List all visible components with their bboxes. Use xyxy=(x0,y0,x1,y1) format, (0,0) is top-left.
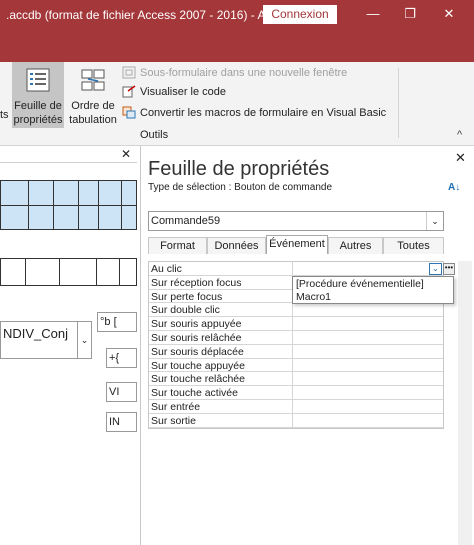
design-combo-box[interactable]: NDIV_Conj ⌄ xyxy=(0,321,92,359)
property-row[interactable]: Sur touche activée xyxy=(149,386,443,400)
sort-icon[interactable]: A↓ xyxy=(448,182,460,193)
tab-evenement[interactable]: Événement xyxy=(266,235,328,254)
property-sheet-icon xyxy=(26,68,50,92)
tab-autres[interactable]: Autres xyxy=(328,237,383,254)
object-selector[interactable]: Commande59 ⌄ xyxy=(148,211,444,231)
property-value[interactable] xyxy=(292,317,443,330)
code-icon xyxy=(122,85,136,98)
property-sheet-title: Feuille de propriétés xyxy=(148,158,330,180)
restore-icon[interactable]: ❐ xyxy=(400,4,420,24)
property-row[interactable]: Sur souris relâchée xyxy=(149,330,443,345)
property-value[interactable] xyxy=(292,330,443,344)
convert-macros-icon xyxy=(122,106,136,119)
object-selector-value: Commande59 xyxy=(151,215,221,227)
close-design-icon[interactable]: ✕ xyxy=(121,147,131,161)
subform-icon xyxy=(122,66,136,79)
tab-order-icon xyxy=(81,69,105,91)
chevron-down-icon[interactable]: ⌄ xyxy=(77,322,91,358)
property-dropdown-arrow-icon[interactable]: ⌄ xyxy=(429,263,442,275)
tab-toutes[interactable]: Toutes xyxy=(383,237,444,254)
visualiser-label: Visualiser le code xyxy=(140,85,227,98)
ribbon-fragment-label: ts xyxy=(0,109,9,121)
convertir-macros-button[interactable]: Convertir les macros de formulaire en Vi… xyxy=(122,106,386,119)
feuille-de-proprietes-button[interactable]: Feuille de propriétés xyxy=(12,62,64,128)
design-mini-control-3[interactable]: VI xyxy=(106,382,137,402)
visualiser-le-code-button[interactable]: Visualiser le code xyxy=(122,85,226,98)
property-row[interactable]: Sur sortie xyxy=(149,413,443,428)
property-name: Sur réception focus xyxy=(151,276,242,289)
property-value[interactable] xyxy=(292,386,443,399)
ordre-label: Ordre de tabulation xyxy=(69,100,117,126)
dropdown-option-macro[interactable]: Macro1 xyxy=(296,291,331,303)
tab-format[interactable]: Format xyxy=(148,237,207,254)
ribbon: ts Feuille de propriétés Ordre de tabula… xyxy=(0,62,474,146)
property-value[interactable] xyxy=(292,262,443,275)
sous-formulaire-label: Sous-formulaire dans une nouvelle fenêtr… xyxy=(140,66,348,79)
property-value[interactable] xyxy=(292,344,443,358)
property-row[interactable]: Sur souris déplacée xyxy=(149,344,443,359)
outils-group-label: Outils xyxy=(140,129,169,141)
property-value[interactable] xyxy=(292,413,443,427)
design-mini-control-4[interactable]: IN xyxy=(106,412,137,432)
property-row[interactable]: Sur double clic xyxy=(149,303,443,318)
collapse-ribbon-icon[interactable]: ^ xyxy=(457,129,462,141)
property-name: Sur touche relâchée xyxy=(151,373,245,386)
property-sheet-pane: ✕ Feuille de propriétés Type de sélectio… xyxy=(140,146,474,545)
design-tab-header: ✕ xyxy=(0,146,137,163)
tab-donnees[interactable]: Données xyxy=(207,237,266,254)
property-name: Sur souris déplacée xyxy=(151,345,244,358)
property-row[interactable]: Sur souris appuyée xyxy=(149,317,443,331)
close-icon[interactable]: ✕ xyxy=(439,4,459,24)
connexion-button[interactable]: Connexion xyxy=(263,5,337,24)
ribbon-tab-strip xyxy=(0,30,474,62)
design-row-control[interactable] xyxy=(0,258,137,286)
ribbon-separator xyxy=(398,68,399,138)
form-design-area[interactable]: ✕ °b [ NDIV_Conj ⌄ +{ VI IN xyxy=(0,146,140,545)
convertir-label: Convertir les macros de formulaire en Vi… xyxy=(140,106,387,119)
property-value[interactable] xyxy=(292,399,443,413)
property-name: Sur touche appuyée xyxy=(151,359,245,372)
property-tabs: Format Données Événement Autres Toutes xyxy=(148,235,444,255)
chevron-down-icon[interactable]: ⌄ xyxy=(426,212,443,230)
property-row[interactable]: Sur entrée xyxy=(149,399,443,414)
build-button[interactable]: ••• xyxy=(443,263,455,275)
property-name: Sur souris appuyée xyxy=(151,318,242,331)
property-sheet-scrollbar[interactable] xyxy=(458,261,472,545)
close-property-sheet-icon[interactable]: ✕ xyxy=(455,150,466,166)
feuille-label: Feuille de propriétés xyxy=(13,100,63,126)
event-dropdown-list: [Procédure événementielle] Macro1 xyxy=(292,276,454,304)
property-name: Au clic xyxy=(151,263,182,275)
property-row[interactable]: Sur touche relâchée xyxy=(149,372,443,387)
design-mini-control-2[interactable]: +{ xyxy=(106,348,137,368)
design-grid-control[interactable] xyxy=(0,180,137,230)
property-row[interactable]: Au clic xyxy=(149,262,443,276)
dropdown-option-procedure[interactable]: [Procédure événementielle] xyxy=(296,278,424,290)
window-title: .accdb (format de fichier Access 2007 - … xyxy=(6,8,276,22)
property-name: Sur entrée xyxy=(151,400,201,413)
property-name: Sur double clic xyxy=(151,304,220,317)
ordre-de-tabulation-button[interactable]: Ordre de tabulation xyxy=(66,62,120,128)
property-name: Sur touche activée xyxy=(151,387,238,400)
property-name: Sur sortie xyxy=(151,414,196,427)
property-row[interactable]: Sur touche appuyée xyxy=(149,358,443,373)
property-value[interactable] xyxy=(292,303,443,317)
property-value[interactable] xyxy=(292,358,443,372)
property-name: Sur souris relâchée xyxy=(151,331,242,344)
property-value[interactable] xyxy=(292,372,443,386)
title-bar: .accdb (format de fichier Access 2007 - … xyxy=(0,0,474,30)
design-mini-control-1[interactable]: °b [ xyxy=(97,312,137,332)
selection-type-label: Type de sélection : Bouton de commande xyxy=(148,182,333,193)
sous-formulaire-button[interactable]: Sous-formulaire dans une nouvelle fenêtr… xyxy=(122,66,347,79)
property-name: Sur perte focus xyxy=(151,290,223,303)
combo-text: NDIV_Conj xyxy=(3,326,69,341)
minimize-icon[interactable]: — xyxy=(363,4,383,24)
